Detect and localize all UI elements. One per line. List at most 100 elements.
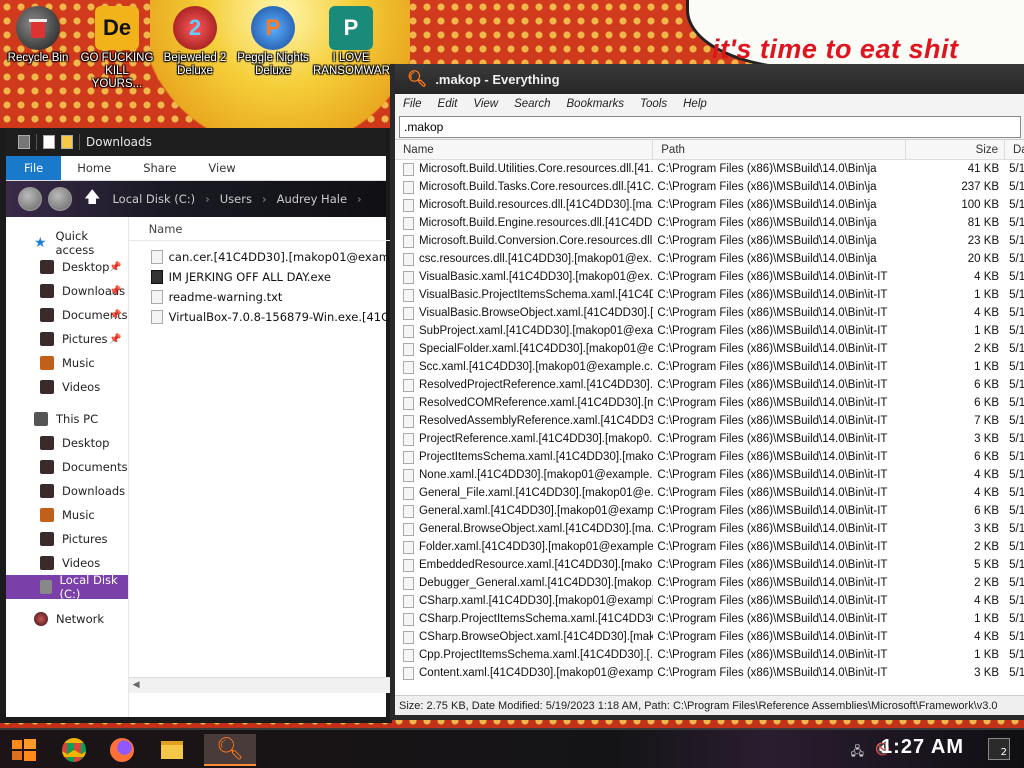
new-folder-icon[interactable] [61, 135, 73, 149]
sidebar-item-pc-videos[interactable]: Videos [6, 551, 128, 575]
table-row[interactable]: VisualBasic.ProjectItemsSchema.xaml.[41C… [395, 286, 1024, 304]
taskbar-firefox[interactable] [104, 734, 140, 766]
cell-date: 5/1 [1009, 541, 1024, 553]
properties-icon[interactable] [43, 135, 55, 149]
sidebar-item-music[interactable]: Music [6, 351, 128, 375]
column-header-name[interactable]: Name [395, 140, 654, 159]
tab-file[interactable]: File [6, 156, 62, 180]
menu-edit[interactable]: Edit [438, 98, 458, 110]
table-row[interactable]: General_File.xaml.[41C4DD30].[makop01@e.… [395, 484, 1024, 502]
explorer-titlebar[interactable]: Downloads [6, 128, 386, 156]
pin-icon[interactable]: 📌 [109, 334, 121, 345]
taskbar-file-explorer[interactable] [154, 734, 190, 766]
desktop-icon-bejeweled[interactable]: 2 Bejeweled 2 Deluxe [157, 0, 233, 78]
table-row[interactable]: General.xaml.[41C4DD30].[makop01@examp..… [395, 502, 1024, 520]
breadcrumb-user[interactable]: Audrey Hale [277, 192, 347, 206]
file-icon [403, 432, 414, 446]
table-row[interactable]: VisualBasic.xaml.[41C4DD30].[makop01@ex.… [395, 268, 1024, 286]
column-header-path[interactable]: Path [653, 140, 906, 159]
table-row[interactable]: CSharp.ProjectItemsSchema.xaml.[41C4DD30… [395, 610, 1024, 628]
sidebar-item-quick-access[interactable]: ★ Quick access [6, 229, 128, 257]
pin-icon[interactable]: 📌 [109, 286, 121, 297]
tab-home[interactable]: Home [61, 156, 127, 180]
table-row[interactable]: None.xaml.[41C4DD30].[makop01@example...… [395, 466, 1024, 484]
scroll-left-icon[interactable]: ◀ [133, 680, 140, 690]
clock[interactable]: 1:27 AM [881, 736, 964, 759]
table-row[interactable]: ResolvedCOMReference.xaml.[41C4DD30].[m.… [395, 394, 1024, 412]
cell-path: C:\Program Files (x86)\MSBuild\14.0\Bin\… [657, 199, 877, 211]
table-row[interactable]: CSharp.BrowseObject.xaml.[41C4DD30].[mak… [395, 628, 1024, 646]
table-row[interactable]: ResolvedAssemblyReference.xaml.[41C4DD3.… [395, 412, 1024, 430]
table-row[interactable]: Cpp.ProjectItemsSchema.xaml.[41C4DD30].[… [395, 646, 1024, 664]
table-row[interactable]: Microsoft.Build.Tasks.Core.resources.dll… [395, 178, 1024, 196]
table-row[interactable]: ProjectReference.xaml.[41C4DD30].[makop0… [395, 430, 1024, 448]
search-input[interactable] [399, 116, 1021, 138]
up-arrow-icon[interactable]: 🡅 [84, 186, 100, 213]
table-row[interactable]: SubProject.xaml.[41C4DD30].[makop01@exa.… [395, 322, 1024, 340]
column-header-size[interactable]: Size [906, 140, 1005, 159]
table-row[interactable]: csc.resources.dll.[41C4DD30].[makop01@ex… [395, 250, 1024, 268]
sidebar-item-pc-downloads[interactable]: Downloads [6, 479, 128, 503]
table-row[interactable]: Debugger_General.xaml.[41C4DD30].[makop.… [395, 574, 1024, 592]
sidebar-item-pc-music[interactable]: Music [6, 503, 128, 527]
column-header-date[interactable]: Da [1005, 140, 1024, 159]
window-menu-icon[interactable] [18, 135, 30, 149]
menu-bookmarks[interactable]: Bookmarks [567, 98, 625, 110]
back-button[interactable] [18, 187, 42, 211]
table-row[interactable]: Scc.xaml.[41C4DD30].[makop01@example.c..… [395, 358, 1024, 376]
table-row[interactable]: Folder.xaml.[41C4DD30].[makop01@example.… [395, 538, 1024, 556]
sidebar-item-pictures[interactable]: Pictures 📌 [6, 327, 128, 351]
breadcrumb-local-disk[interactable]: Local Disk (C:) [112, 192, 195, 206]
table-row[interactable]: Content.xaml.[41C4DD30].[makop01@examp..… [395, 664, 1024, 682]
taskbar-everything[interactable]: 🔍︎ [204, 734, 256, 766]
file-icon [403, 252, 414, 266]
table-row[interactable]: CSharp.xaml.[41C4DD30].[makop01@exampl..… [395, 592, 1024, 610]
menu-search[interactable]: Search [514, 98, 550, 110]
sidebar-item-this-pc[interactable]: This PC [6, 407, 128, 431]
sidebar-item-label: Videos [62, 556, 101, 570]
sidebar-item-desktop[interactable]: Desktop 📌 [6, 255, 128, 279]
menu-tools[interactable]: Tools [640, 98, 667, 110]
desktop-icon-go-kill[interactable]: De GO FUCKING KILL YOURS... [79, 0, 155, 91]
taskbar-chrome[interactable] [56, 734, 92, 766]
desktop-icon-peggle[interactable]: P Peggle Nights Deluxe [235, 0, 311, 78]
cell-name: CSharp.BrowseObject.xaml.[41C4DD30].[mak… [395, 630, 653, 644]
sidebar-item-network[interactable]: Network [6, 607, 128, 631]
sidebar-item-pc-pictures[interactable]: Pictures [6, 527, 128, 551]
pin-icon[interactable]: 📌 [109, 262, 121, 273]
sidebar-item-downloads[interactable]: Downloads 📌 [6, 279, 128, 303]
table-row[interactable]: General.BrowseObject.xaml.[41C4DD30].[ma… [395, 520, 1024, 538]
notification-center-button[interactable]: 2 [988, 738, 1010, 760]
table-row[interactable]: EmbeddedResource.xaml.[41C4DD30].[mako..… [395, 556, 1024, 574]
table-row[interactable]: Microsoft.Build.Conversion.Core.resource… [395, 232, 1024, 250]
breadcrumb-users[interactable]: Users [220, 192, 252, 206]
forward-button[interactable] [48, 187, 72, 211]
pin-icon[interactable]: 📌 [109, 310, 121, 321]
sidebar-item-videos[interactable]: Videos [6, 375, 128, 399]
table-row[interactable]: Microsoft.Build.Utilities.Core.resources… [395, 160, 1024, 178]
table-row[interactable]: SpecialFolder.xaml.[41C4DD30].[makop01@e… [395, 340, 1024, 358]
tab-view[interactable]: View [192, 156, 251, 180]
sidebar-item-documents[interactable]: Documents 📌 [6, 303, 128, 327]
desktop-folder-icon [40, 436, 54, 450]
menu-file[interactable]: File [403, 98, 422, 110]
desktop-icon-ransomware[interactable]: P I LOVE RANSOMWARE [313, 0, 398, 78]
sidebar-item-pc-documents[interactable]: Documents [6, 455, 128, 479]
sidebar-item-pc-desktop[interactable]: Desktop [6, 431, 128, 455]
menu-help[interactable]: Help [683, 98, 707, 110]
table-row[interactable]: ProjectItemsSchema.xaml.[41C4DD30].[mako… [395, 448, 1024, 466]
network-icon[interactable]: 🖧 [851, 742, 864, 763]
table-row[interactable]: Microsoft.Build.Engine.resources.dll.[41… [395, 214, 1024, 232]
desktop-icon-recycle-bin[interactable]: Recycle Bin [0, 0, 76, 65]
table-row[interactable]: VisualBasic.BrowseObject.xaml.[41C4DD30]… [395, 304, 1024, 322]
menu-view[interactable]: View [473, 98, 498, 110]
tab-share[interactable]: Share [127, 156, 192, 180]
table-row[interactable]: Microsoft.Build.resources.dll.[41C4DD30]… [395, 196, 1024, 214]
text-file-icon [150, 290, 163, 304]
desktop-folder-icon [40, 260, 54, 274]
sidebar-item-local-disk[interactable]: Local Disk (C:) [6, 573, 128, 601]
table-row[interactable]: ResolvedProjectReference.xaml.[41C4DD30]… [395, 376, 1024, 394]
breadcrumb[interactable]: Local Disk (C:) › Users › Audrey Hale › [112, 192, 361, 206]
start-button[interactable] [6, 734, 42, 766]
everything-titlebar[interactable]: 🔍︎ .makop - Everything [395, 64, 1024, 94]
